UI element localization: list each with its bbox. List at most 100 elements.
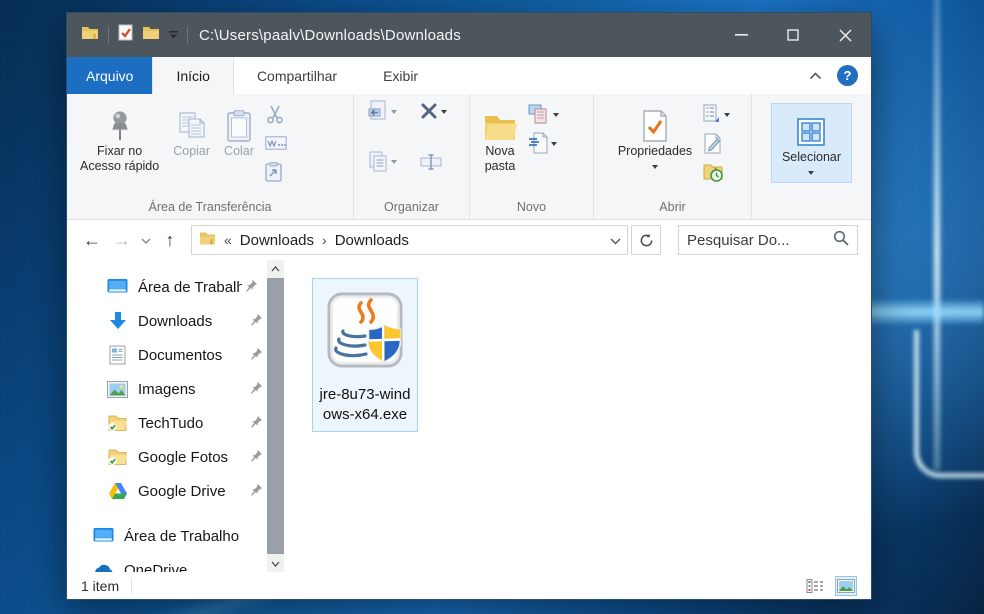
breadcrumb-separator[interactable]: ›	[322, 232, 327, 248]
select-button[interactable]: Selecionar	[771, 103, 852, 183]
desktop-wallpaper: C:\Users\paalv\Downloads\Downloads Arqui…	[0, 0, 984, 614]
paste-shortcut-button[interactable]	[265, 161, 287, 183]
details-view-icon[interactable]	[804, 576, 826, 596]
ribbon-group-open: Propriedades	[593, 94, 751, 219]
pin-icon	[250, 313, 263, 330]
pin-icon	[250, 347, 263, 364]
forward-icon[interactable]: →	[109, 231, 135, 249]
tab-arquivo[interactable]: Arquivo	[67, 57, 152, 94]
easy-access-button[interactable]	[528, 132, 559, 154]
properties-button[interactable]: Propriedades	[611, 100, 699, 176]
sidebar-item-pictures[interactable]: Imagens	[67, 372, 267, 406]
delete-x-icon	[420, 102, 438, 120]
sidebar-item-techtudo[interactable]: TechTudo	[67, 406, 267, 440]
copy-path-button[interactable]	[265, 132, 287, 154]
close-button[interactable]	[819, 13, 871, 57]
toolbar-separator	[108, 27, 109, 44]
status-bar: 1 item	[67, 572, 871, 599]
pictures-icon	[107, 379, 128, 400]
move-to-button[interactable]	[368, 100, 406, 122]
group-label-open: Abrir	[594, 198, 751, 219]
pin-icon	[250, 449, 263, 466]
minimize-button[interactable]	[715, 13, 767, 57]
search-icon[interactable]	[833, 230, 849, 251]
scroll-down-icon[interactable]	[267, 555, 284, 572]
new-item-icon	[528, 104, 550, 124]
rename-button[interactable]	[420, 151, 456, 173]
desktop-icon	[93, 526, 114, 547]
copy-icon	[177, 104, 207, 142]
sidebar-scrollbar[interactable]	[267, 260, 284, 572]
search-box[interactable]	[678, 225, 858, 255]
maximize-button[interactable]	[767, 13, 819, 57]
file-item-selected[interactable]: jre-8u73-windows-x64.exe	[312, 278, 418, 432]
item-count: 1 item	[81, 578, 119, 594]
wallpaper-beam	[864, 300, 984, 324]
paste-shortcut-icon	[265, 162, 282, 182]
ribbon-group-select: Selecionar	[751, 94, 871, 219]
address-box[interactable]: « Downloads › Downloads	[191, 225, 628, 255]
sidebar-item-downloads[interactable]: Downloads	[67, 304, 267, 338]
ribbon-group-clipboard: Fixar no Acesso rápido Copiar Colar	[67, 94, 353, 219]
properties-icon[interactable]	[118, 24, 133, 46]
view-toggles	[804, 576, 857, 596]
refresh-icon	[639, 233, 654, 248]
dropdown-caret-icon	[808, 171, 814, 178]
ribbon: Fixar no Acesso rápido Copiar Colar	[67, 94, 871, 220]
move-to-icon	[368, 100, 388, 122]
recent-locations-icon[interactable]	[141, 231, 151, 249]
sidebar-item-documents[interactable]: Documentos	[67, 338, 267, 372]
scroll-up-icon[interactable]	[267, 260, 284, 277]
sidebar-item-desktop-pinned[interactable]: Área de Trabalho	[67, 270, 267, 304]
tab-inicio[interactable]: Início	[152, 57, 233, 94]
folder-icon[interactable]	[142, 25, 160, 45]
tab-compartilhar[interactable]: Compartilhar	[234, 57, 360, 94]
breadcrumb-downloads-2[interactable]: Downloads	[335, 232, 409, 249]
scrollbar-thumb[interactable]	[267, 278, 284, 554]
copy-to-button[interactable]	[368, 151, 406, 173]
address-dropdown-icon[interactable]	[610, 232, 621, 249]
sidebar-item-desktop[interactable]: Área de Trabalho	[67, 519, 267, 553]
folder-icon[interactable]	[81, 25, 99, 45]
dropdown-caret-icon	[391, 160, 397, 167]
history-button[interactable]	[703, 161, 730, 183]
status-separator	[131, 578, 132, 594]
onedrive-icon	[93, 560, 114, 573]
breadcrumb-prefix[interactable]: «	[224, 232, 232, 248]
title-bar[interactable]: C:\Users\paalv\Downloads\Downloads	[67, 13, 871, 57]
delete-button[interactable]	[420, 100, 456, 122]
properties-check-icon	[642, 104, 668, 142]
sidebar-item-google-fotos[interactable]: Google Fotos	[67, 440, 267, 474]
large-icons-view-icon[interactable]	[835, 576, 857, 596]
collapse-ribbon-icon[interactable]	[809, 67, 822, 85]
paste-button[interactable]: Colar	[217, 100, 261, 163]
sidebar-item-google-drive[interactable]: Google Drive	[67, 474, 267, 508]
file-list-area[interactable]: jre-8u73-windows-x64.exe	[284, 260, 871, 572]
pin-icon	[250, 483, 263, 500]
customize-toolbar-icon[interactable]	[169, 26, 178, 44]
tab-exibir[interactable]: Exibir	[360, 57, 441, 94]
copy-path-icon	[265, 136, 287, 150]
location-folder-icon	[199, 231, 216, 249]
edit-button[interactable]	[703, 132, 730, 154]
help-icon[interactable]: ?	[837, 65, 858, 86]
sidebar-item-onedrive[interactable]: OneDrive	[67, 553, 267, 572]
refresh-button[interactable]	[631, 225, 661, 255]
group-label-organize: Organizar	[354, 198, 469, 219]
search-input[interactable]	[687, 232, 833, 249]
new-folder-button[interactable]: Nova pasta	[476, 100, 524, 178]
new-item-button[interactable]	[528, 103, 559, 125]
pushpin-icon	[107, 104, 133, 142]
copy-to-icon	[368, 151, 388, 173]
documents-icon	[107, 345, 128, 366]
synced-folder-icon	[107, 447, 128, 468]
open-options-button[interactable]	[703, 103, 730, 125]
downloads-icon	[107, 311, 128, 332]
cut-button[interactable]	[265, 103, 287, 125]
pin-to-quick-access-button[interactable]: Fixar no Acesso rápido	[73, 100, 166, 178]
copy-button[interactable]: Copiar	[166, 100, 217, 163]
ribbon-group-new: Nova pasta Novo	[469, 94, 593, 219]
up-icon[interactable]: ↑	[157, 231, 183, 249]
back-icon[interactable]: ←	[79, 231, 105, 249]
breadcrumb-downloads[interactable]: Downloads	[240, 232, 314, 249]
